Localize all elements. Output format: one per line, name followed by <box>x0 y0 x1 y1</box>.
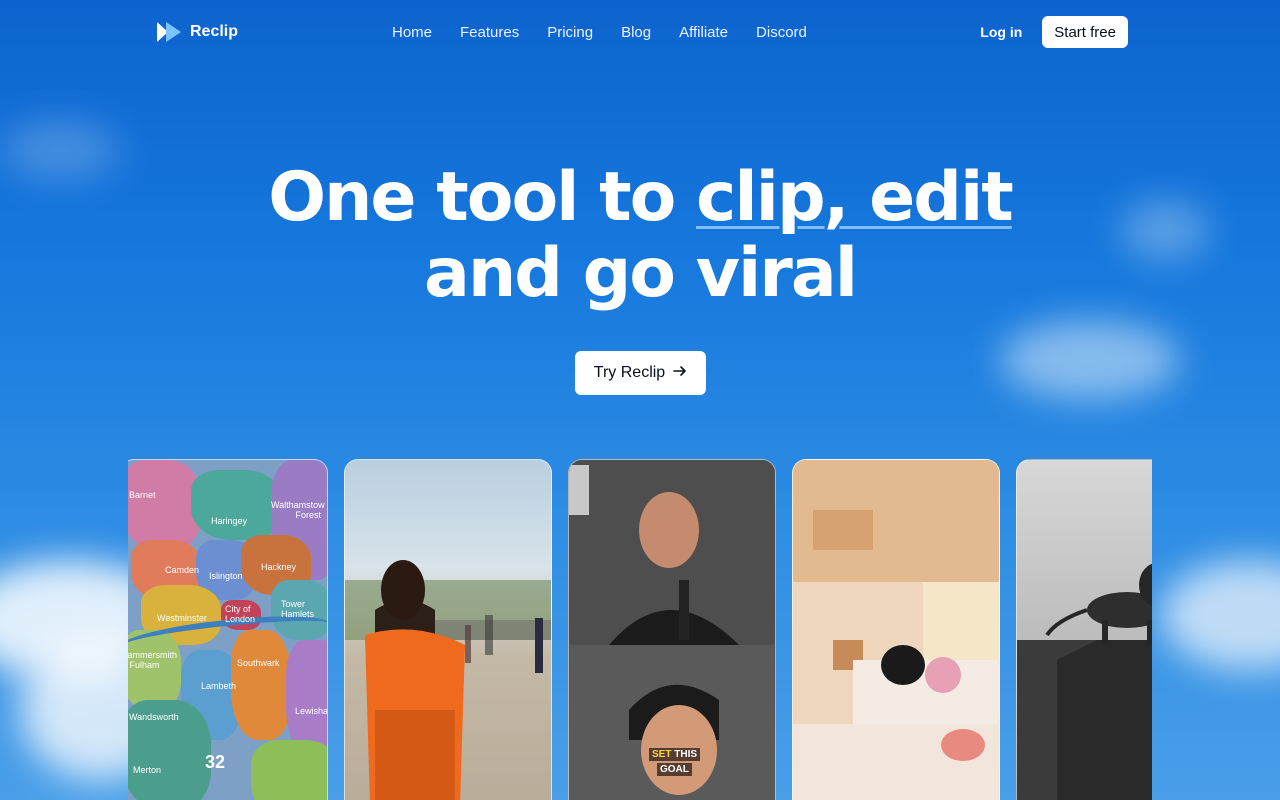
clip-card-street-video[interactable] <box>344 459 552 800</box>
clip-showcase-strip: Barnet Haringey Walthamstow Forest Camde… <box>128 459 1152 800</box>
nav-link-blog[interactable]: Blog <box>621 24 651 41</box>
map-label: Southwark <box>237 658 280 668</box>
lion-scene <box>1017 460 1152 800</box>
bedroom-scene <box>793 460 999 800</box>
nav-link-affiliate[interactable]: Affiliate <box>679 24 728 41</box>
map-label: City of London <box>225 604 256 624</box>
map-label: Westminster <box>157 613 207 623</box>
map-label: Merton <box>133 765 162 775</box>
map-label: Camden <box>165 565 200 575</box>
clip-card-bedroom[interactable] <box>792 459 1000 800</box>
map-label: Islington <box>209 571 243 581</box>
map-region <box>251 740 327 800</box>
headline-highlight: clip, edit <box>696 158 1014 237</box>
nav-link-discord[interactable]: Discord <box>756 24 807 41</box>
map-label: Barnet <box>129 490 156 500</box>
arrow-right-icon <box>673 364 687 383</box>
clip-card-podcast[interactable]: SET THIS GOAL <box>568 459 776 800</box>
reclip-logo-icon <box>156 21 182 43</box>
map-label: Wandsworth <box>129 712 179 722</box>
cloud-decoration <box>1160 560 1280 670</box>
map-region <box>191 470 281 540</box>
map-label: Hammersmith & Fulham <box>128 650 178 670</box>
street-scene <box>345 460 551 800</box>
start-free-button[interactable]: Start free <box>1042 16 1128 48</box>
try-reclip-button[interactable]: Try Reclip <box>575 351 706 395</box>
clip-card-map[interactable]: Barnet Haringey Walthamstow Forest Camde… <box>128 459 328 800</box>
headline-line2: and go viral <box>423 234 858 313</box>
nav-link-home[interactable]: Home <box>392 24 432 41</box>
login-link[interactable]: Log in <box>980 24 1022 40</box>
clip-card-lion[interactable] <box>1016 459 1152 800</box>
video-caption: SET THIS <box>649 748 701 761</box>
brand-logo-link[interactable]: Reclip <box>156 21 238 43</box>
caption-word: THIS <box>674 749 698 760</box>
map-label: Lambeth <box>201 681 237 691</box>
cloud-decoration <box>1000 320 1180 400</box>
video-caption-line2: GOAL <box>657 763 692 776</box>
auth-actions: Log in Start free <box>980 16 1128 48</box>
map-district-number: 32 <box>205 752 226 772</box>
cta-label: Try Reclip <box>593 364 666 381</box>
caption-word-highlight: SET <box>652 749 672 760</box>
nav-link-features[interactable]: Features <box>460 24 519 41</box>
map-label: Tower Hamlets <box>281 599 315 619</box>
headline-part: One tool to <box>268 158 697 237</box>
hero-headline: One tool to clip, edit and go viral <box>0 160 1280 312</box>
map-label: Walthamstow Forest <box>271 500 325 520</box>
map-label: Haringey <box>211 516 248 526</box>
map-label: Hackney <box>261 562 297 572</box>
map-label: Lewisham <box>295 706 328 716</box>
main-menu: Home Features Pricing Blog Affiliate Dis… <box>392 24 807 41</box>
brand-name: Reclip <box>190 23 239 40</box>
nav-link-pricing[interactable]: Pricing <box>547 24 593 41</box>
top-navigation: Reclip Home Features Pricing Blog Affili… <box>156 16 1128 48</box>
hero-section: One tool to clip, edit and go viral <box>0 160 1280 312</box>
